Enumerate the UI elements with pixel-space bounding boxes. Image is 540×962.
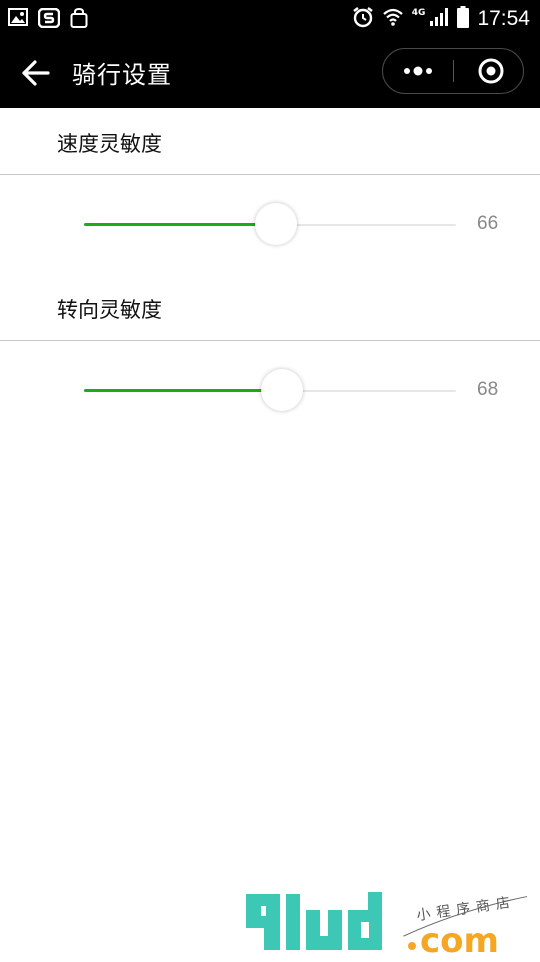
arrow-left-icon[interactable]	[20, 58, 52, 88]
status-bar: 4G 17:54	[0, 0, 540, 38]
steering-sensitivity-value: 68	[477, 379, 499, 400]
battery-icon	[457, 6, 470, 32]
speed-sensitivity-slider[interactable]	[84, 203, 456, 247]
divider-line	[0, 340, 540, 341]
watermark-logo: com 小程序商店	[240, 888, 530, 961]
slider-thumb[interactable]	[261, 369, 303, 411]
svg-text:小程序商店: 小程序商店	[416, 894, 517, 924]
signal-icon	[429, 7, 449, 31]
wifi-icon	[382, 7, 404, 31]
nav-bar: 骑行设置	[0, 38, 540, 108]
target-close-icon[interactable]	[454, 49, 524, 93]
alarm-icon	[352, 6, 374, 32]
shopping-bag-icon	[70, 7, 88, 32]
network-type-label: 4G	[411, 8, 426, 18]
capsule-menu	[382, 48, 524, 94]
divider-line	[0, 174, 540, 175]
steering-sensitivity-label: 转向灵敏度	[57, 298, 162, 322]
app-s-icon	[37, 7, 61, 32]
slider-thumb[interactable]	[255, 203, 297, 245]
slider-fill	[84, 223, 276, 226]
page-title: 骑行设置	[72, 61, 172, 89]
speed-sensitivity-value: 66	[477, 213, 499, 234]
status-time: 17:54	[477, 7, 530, 30]
slider-fill	[84, 389, 282, 392]
speed-sensitivity-label: 速度灵敏度	[57, 132, 162, 156]
svg-text:com: com	[420, 921, 499, 958]
image-icon	[8, 8, 28, 32]
more-dots-icon[interactable]	[383, 49, 453, 93]
steering-sensitivity-slider[interactable]	[84, 369, 456, 413]
